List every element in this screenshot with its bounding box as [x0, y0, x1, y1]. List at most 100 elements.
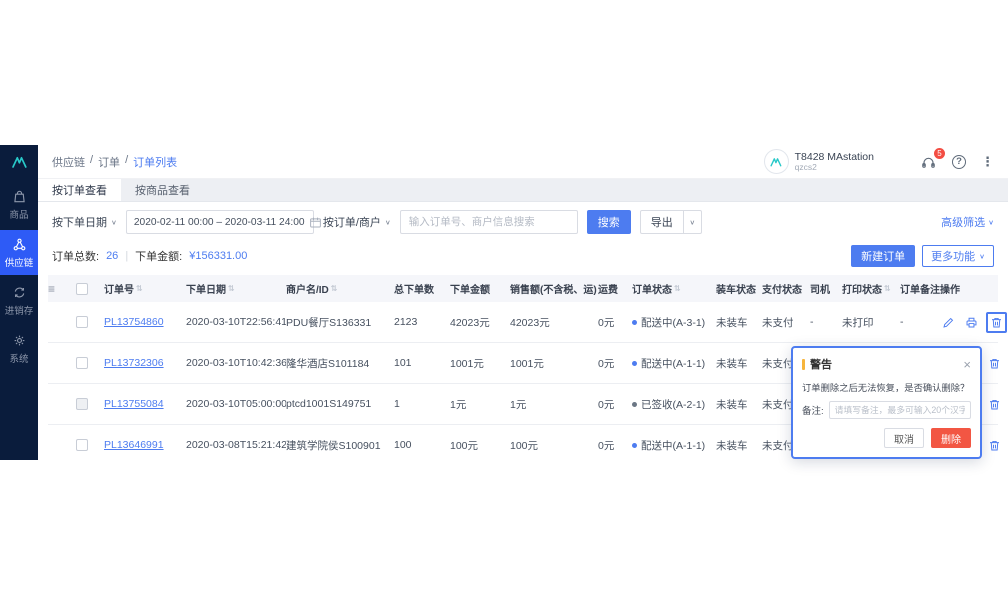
- delete-icon[interactable]: [986, 312, 1007, 333]
- user-info[interactable]: T8428 MAstation qzcs2: [795, 151, 874, 173]
- delete-icon[interactable]: [986, 355, 1003, 372]
- search-type-select[interactable]: 按订单/商户 ∨: [323, 214, 391, 230]
- breadcrumb-orders[interactable]: 订单: [98, 154, 120, 170]
- order-date: 2020-03-08T15:21:42: [186, 439, 286, 451]
- advanced-filter-link[interactable]: 高级筛选 ∨: [941, 214, 994, 230]
- date-range-value: 2020-02-11 00:00 – 2020-03-11 24:00: [134, 217, 305, 228]
- order-amount: 100元: [450, 438, 510, 453]
- order-note: -: [900, 316, 940, 328]
- sort-icon[interactable]: ⇅: [331, 284, 338, 293]
- sort-icon[interactable]: ⇅: [884, 284, 891, 293]
- row-checkbox[interactable]: [76, 439, 88, 451]
- col-order-note: 订单备注: [900, 281, 940, 296]
- user-area: T8428 MAstation qzcs2 5 ? ⋮: [764, 149, 994, 174]
- order-number-link[interactable]: PL13646991: [104, 439, 164, 451]
- sort-icon[interactable]: ⇅: [228, 284, 235, 293]
- export-button[interactable]: 导出: [641, 211, 683, 233]
- dialog-title: 警告: [810, 356, 832, 372]
- row-checkbox[interactable]: [76, 316, 88, 328]
- order-date: 2020-03-10T22:56:41: [186, 316, 286, 328]
- note-input[interactable]: [829, 401, 971, 419]
- col-driver: 司机: [810, 281, 842, 296]
- inventory-cycle-icon: [12, 285, 27, 300]
- freight: 0元: [598, 397, 632, 412]
- date-type-select[interactable]: 按下单日期 ∨: [52, 214, 117, 230]
- delete-icon[interactable]: [986, 437, 1003, 454]
- merchant-name: ptcd1001S149751: [286, 398, 394, 410]
- sidebar-item-inventory[interactable]: 进销存: [0, 278, 38, 323]
- column-settings-icon[interactable]: ≡: [48, 282, 55, 296]
- close-icon[interactable]: ×: [963, 358, 971, 371]
- customer-service-icon[interactable]: 5: [920, 154, 937, 170]
- order-number-link[interactable]: PL13754860: [104, 316, 164, 328]
- export-split-button: 导出 ∨: [640, 210, 702, 234]
- more-menu-icon[interactable]: ⋮: [981, 154, 994, 170]
- sidebar-item-goods[interactable]: 商品: [0, 182, 38, 227]
- search-button[interactable]: 搜索: [587, 210, 631, 234]
- warning-icon: [802, 359, 805, 370]
- load-status: 未装车: [716, 356, 762, 371]
- order-total-value: 26: [106, 250, 118, 262]
- sidebar-item-supply-chain[interactable]: 供应链: [0, 230, 38, 275]
- status-dot-icon: [632, 402, 637, 407]
- order-number-link[interactable]: PL13732306: [104, 357, 164, 369]
- col-date[interactable]: 下单日期⇅: [186, 281, 286, 296]
- app-logo-icon[interactable]: [10, 154, 29, 170]
- new-order-button[interactable]: 新建订单: [851, 245, 915, 267]
- cancel-button[interactable]: 取消: [884, 428, 924, 448]
- tab-by-order[interactable]: 按订单查看: [38, 179, 121, 201]
- date-range-input[interactable]: 2020-02-11 00:00 – 2020-03-11 24:00: [126, 210, 314, 234]
- search-input[interactable]: [400, 210, 578, 234]
- order-amount: 42023元: [450, 315, 510, 330]
- sidebar-item-system[interactable]: 系统: [0, 326, 38, 371]
- dialog-message: 订单删除之后无法恢复，是否确认删除？: [802, 380, 971, 394]
- col-amount: 下单金额: [450, 281, 510, 296]
- order-amount-label: 下单金额:: [135, 248, 182, 264]
- sidebar-item-label: 供应链: [5, 255, 34, 269]
- sort-icon[interactable]: ⇅: [674, 284, 681, 293]
- col-print-status[interactable]: 打印状态⇅: [842, 281, 900, 296]
- breadcrumb-supply-chain[interactable]: 供应链: [52, 154, 85, 170]
- confirm-delete-button[interactable]: 删除: [931, 428, 971, 448]
- col-status[interactable]: 订单状态⇅: [632, 281, 716, 296]
- pay-status: 未支付: [762, 315, 810, 330]
- row-checkbox[interactable]: [76, 357, 88, 369]
- topbar: 供应链 / 订单 / 订单列表 T8428 MAstation qzcs2 5: [38, 145, 1008, 179]
- col-operations: 操作: [940, 281, 998, 296]
- col-qty: 总下单数: [394, 281, 450, 296]
- freight: 0元: [598, 356, 632, 371]
- merchant-name: 建筑学院侯S100901: [286, 438, 394, 453]
- order-amount: 1元: [450, 397, 510, 412]
- search-type-label: 按订单/商户: [323, 214, 381, 230]
- more-functions-button[interactable]: 更多功能 ∨: [922, 245, 994, 267]
- delete-icon[interactable]: [986, 396, 1003, 413]
- sidebar-item-label: 商品: [9, 207, 28, 221]
- advanced-filter-label: 高级筛选: [941, 214, 985, 230]
- avatar[interactable]: [764, 149, 789, 174]
- status-dot-icon: [632, 320, 637, 325]
- status-text: 配送中(A-1-1): [641, 358, 705, 370]
- print-icon[interactable]: [963, 314, 980, 331]
- user-subtitle: qzcs2: [795, 163, 874, 173]
- sort-icon[interactable]: ⇅: [136, 284, 143, 293]
- tab-by-product[interactable]: 按商品查看: [121, 179, 204, 201]
- status-dot-icon: [632, 443, 637, 448]
- breadcrumb: 供应链 / 订单 / 订单列表: [52, 154, 177, 170]
- load-status: 未装车: [716, 438, 762, 453]
- order-status: 配送中(A-1-1): [632, 356, 716, 371]
- print-status: 未打印: [842, 315, 900, 330]
- col-merchant[interactable]: 商户名/ID⇅: [286, 281, 394, 296]
- edit-icon[interactable]: [940, 314, 957, 331]
- calendar-icon: [309, 216, 322, 229]
- col-order-no[interactable]: 订单号⇅: [104, 281, 186, 296]
- help-icon[interactable]: ?: [952, 155, 966, 169]
- export-dropdown-caret[interactable]: ∨: [683, 211, 701, 233]
- select-all-checkbox[interactable]: [76, 283, 88, 295]
- more-functions-label: 更多功能: [931, 248, 975, 264]
- view-tabs: 按订单查看 按商品查看: [38, 179, 1008, 202]
- date-type-label: 按下单日期: [52, 214, 107, 230]
- breadcrumb-separator: /: [90, 154, 93, 170]
- row-checkbox[interactable]: [76, 398, 88, 410]
- col-pay-status: 支付状态: [762, 281, 810, 296]
- order-number-link[interactable]: PL13755084: [104, 398, 164, 410]
